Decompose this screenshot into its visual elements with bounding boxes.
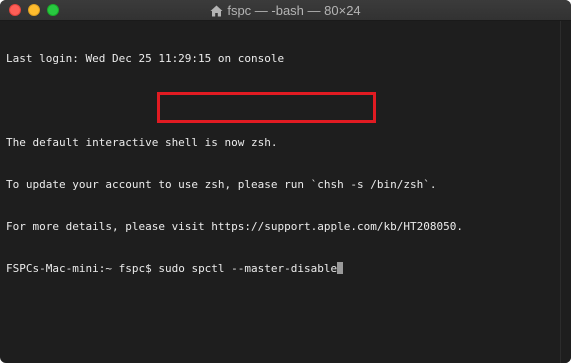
home-icon — [210, 2, 223, 23]
terminal-output[interactable]: Last login: Wed Dec 25 11:29:15 on conso… — [0, 21, 560, 363]
scrollbar[interactable] — [560, 21, 571, 363]
terminal-line: Last login: Wed Dec 25 11:29:15 on conso… — [6, 52, 285, 65]
window-title: fspc — -bash — 80×24 — [0, 0, 571, 21]
command-highlight-box — [157, 92, 376, 123]
window-title-text: fspc — -bash — 80×24 — [227, 3, 361, 18]
command-line[interactable]: FSPCs-Mac-mini:~ fspc$ sudo spctl --mast… — [6, 262, 560, 276]
terminal-line: The default interactive shell is now zsh… — [6, 136, 278, 149]
title-bar[interactable]: fspc — -bash — 80×24 — [0, 0, 571, 21]
terminal-line: To update your account to use zsh, pleas… — [6, 178, 437, 191]
terminal-window: fspc — -bash — 80×24 Last login: Wed Dec… — [0, 0, 571, 363]
typed-command[interactable]: sudo spctl --master-disable — [158, 262, 337, 275]
shell-prompt: FSPCs-Mac-mini:~ fspc$ — [6, 262, 159, 275]
text-cursor — [337, 262, 344, 274]
terminal-line: For more details, please visit https://s… — [6, 220, 463, 233]
